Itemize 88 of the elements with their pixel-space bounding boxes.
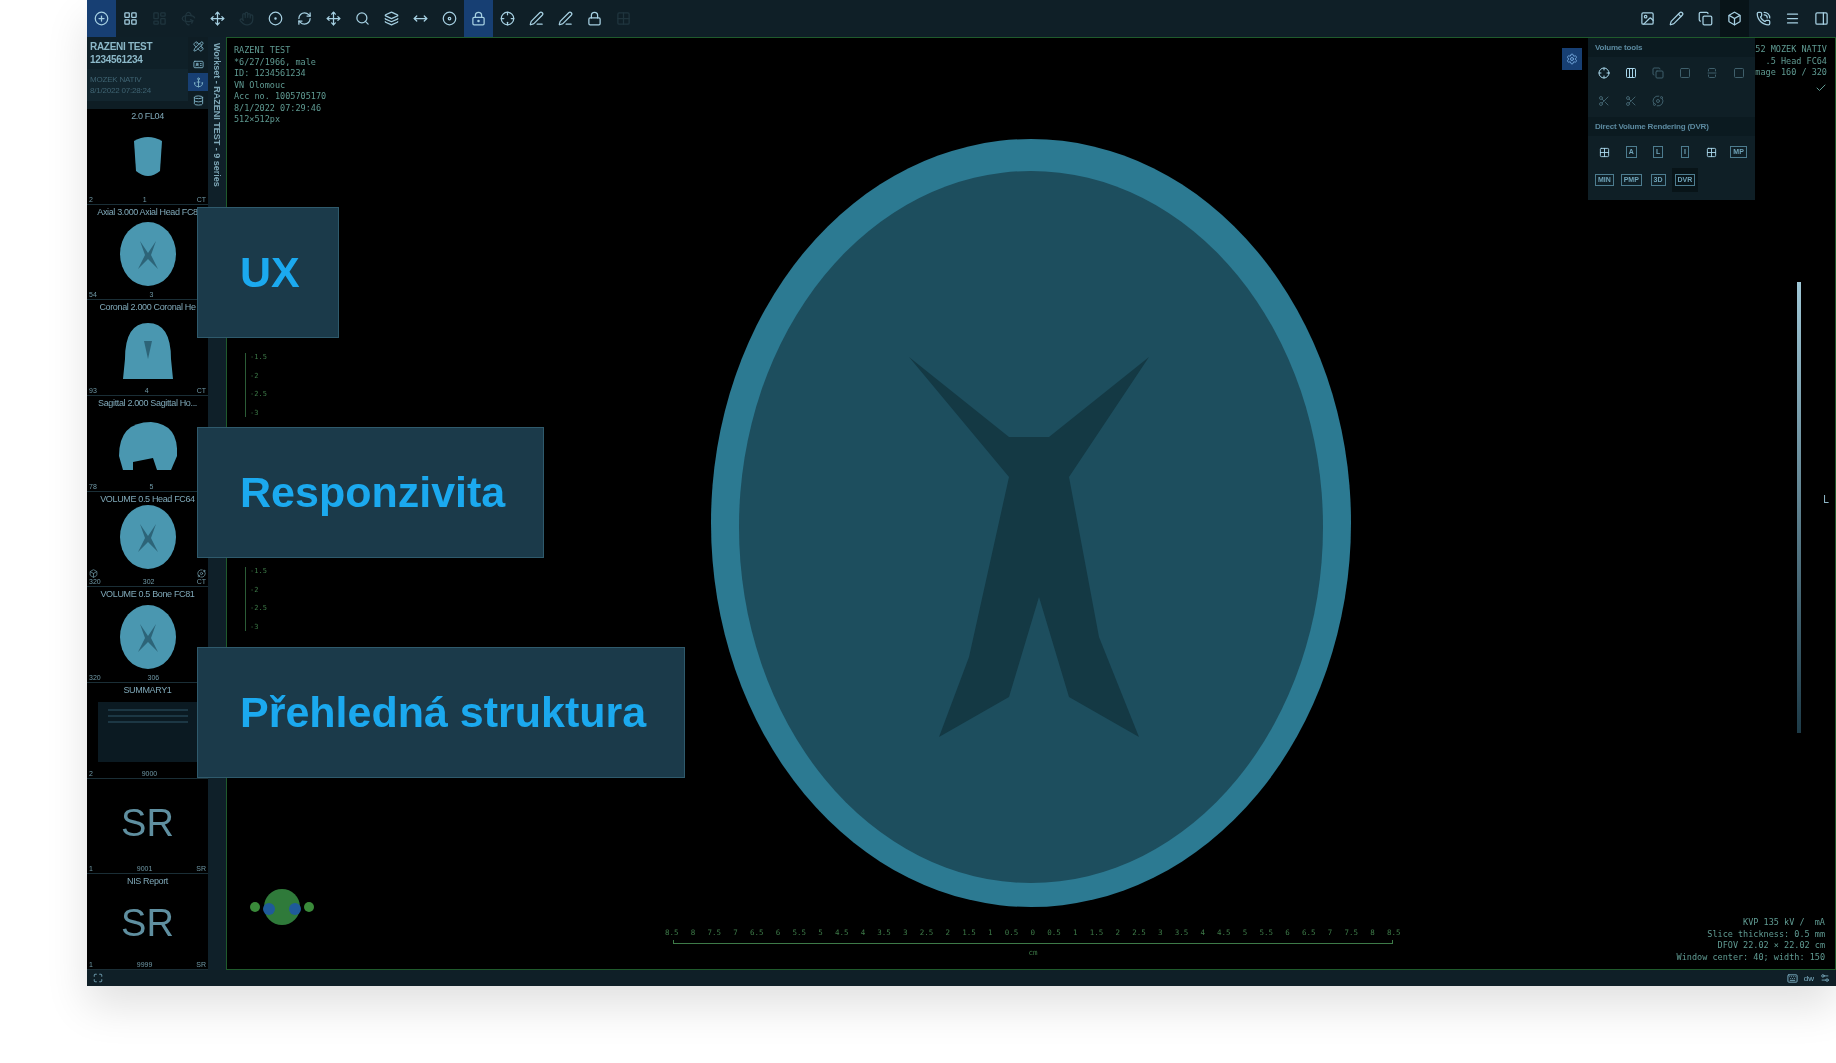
settings-button[interactable] bbox=[1562, 48, 1582, 70]
series-title: Coronal 2.000 Coronal He bbox=[98, 302, 197, 313]
database-icon bbox=[192, 94, 204, 106]
orbit-icon bbox=[197, 569, 206, 579]
columns-icon bbox=[1625, 67, 1638, 79]
scissors-icon bbox=[1625, 95, 1638, 107]
grid-layout-icon bbox=[123, 11, 138, 26]
series-title: Sagittal 2.000 Sagittal Ho... bbox=[97, 398, 198, 408]
move-icon bbox=[210, 11, 225, 26]
patient-info-text: ID: 1234561234 bbox=[234, 68, 307, 80]
callout-text: UX bbox=[240, 248, 300, 297]
circle-dot-icon bbox=[268, 11, 283, 26]
crosshair-icon bbox=[1598, 67, 1611, 79]
series-title: VOLUME 0.5 Bone FC81 bbox=[99, 589, 196, 600]
toolbar-button[interactable] bbox=[87, 0, 116, 37]
settings-icon[interactable] bbox=[1820, 973, 1830, 983]
series-title: 2.0 FL04 bbox=[130, 111, 165, 121]
lock-icon bbox=[587, 11, 602, 26]
orientation-label: L bbox=[1822, 494, 1829, 505]
layers-icon bbox=[384, 11, 399, 26]
zoom-icon bbox=[355, 11, 370, 26]
rotate-icon bbox=[297, 11, 312, 26]
split-icon bbox=[1705, 67, 1718, 79]
square-icon bbox=[1678, 67, 1691, 79]
callout-text: Responzivita bbox=[240, 468, 506, 517]
patient-card[interactable]: RAZENI TEST 1234561234 bbox=[87, 37, 188, 69]
scan-info-text: DFOV 22.02 × 22.02 cm bbox=[1717, 940, 1825, 952]
cube-icon bbox=[1727, 11, 1742, 26]
panel-icon bbox=[1814, 11, 1829, 26]
id-card-icon bbox=[192, 58, 204, 70]
patient-id: 1234561234 bbox=[90, 54, 144, 65]
copy-icon bbox=[1652, 67, 1665, 79]
pencil-icon bbox=[1669, 11, 1684, 26]
lock-icon bbox=[471, 11, 486, 26]
patient-info-text: 8/1/2022 07:29:46 bbox=[234, 102, 322, 114]
report-label: SR bbox=[121, 902, 174, 946]
settings-icon bbox=[1566, 53, 1578, 65]
patient-name: RAZENI TEST bbox=[90, 41, 154, 52]
report-label: SR bbox=[121, 801, 174, 845]
copy-icon bbox=[1698, 11, 1713, 26]
series-info-text: 52 MOZEK NATIV bbox=[1755, 44, 1827, 56]
panel-title: Volume tools bbox=[1588, 38, 1755, 57]
patient-info-text: *6/27/1966, male bbox=[234, 56, 317, 68]
toolbar-button[interactable] bbox=[1720, 0, 1749, 37]
scissors-icon bbox=[1598, 95, 1611, 107]
series-title: NIS Report bbox=[126, 876, 169, 887]
series-info-text: .5 Head FC64 bbox=[1765, 55, 1827, 67]
study-date: 8/1/2022 07:28:24 bbox=[90, 86, 153, 95]
pen-icon bbox=[558, 11, 573, 26]
axial-scan-image bbox=[117, 503, 178, 570]
pen-icon bbox=[529, 11, 544, 26]
toolbar-button[interactable] bbox=[464, 0, 493, 37]
callout-text: Přehledná struktura bbox=[240, 688, 647, 737]
series-title: VOLUME 0.5 Head FC64 bbox=[99, 493, 196, 504]
add-icon bbox=[94, 11, 109, 26]
cube-icon bbox=[89, 569, 98, 579]
phone-icon bbox=[1756, 11, 1771, 26]
square-icon bbox=[1732, 67, 1745, 79]
workset-label: Workset - RAZENI TEST - 9 series bbox=[212, 43, 222, 187]
patient-info-text: 512×512px bbox=[234, 114, 282, 126]
series-title: SUMMARY1 bbox=[122, 685, 173, 696]
study-name: MOZEK NATIV bbox=[90, 75, 143, 84]
menu-icon bbox=[1785, 11, 1800, 26]
anchor-icon bbox=[192, 76, 204, 88]
axial-scan-image bbox=[117, 603, 178, 670]
patient-info-text: Acc no. 1005705170 bbox=[234, 91, 327, 103]
disc-icon bbox=[442, 11, 457, 26]
series-title: Axial 3.000 Axial Head FC8 bbox=[96, 206, 199, 217]
keyboard-icon[interactable] bbox=[1786, 972, 1798, 984]
grid-icon bbox=[1706, 146, 1718, 158]
scan-info-text: Slice thickness: 0.5 mm bbox=[1707, 928, 1825, 940]
patient-info-text: VN Olomouc bbox=[234, 79, 287, 91]
ruler-pen-icon bbox=[192, 40, 204, 52]
keyboard-layout[interactable]: dw bbox=[1803, 973, 1814, 983]
patient-info-text: RAZENI TEST bbox=[234, 45, 292, 57]
crosshair-icon bbox=[500, 11, 515, 26]
series-info-text: mage 160 / 320 bbox=[1755, 67, 1827, 79]
grid-icon bbox=[1598, 146, 1610, 158]
pan-icon bbox=[326, 11, 341, 26]
orientation-head-drawing bbox=[249, 887, 315, 927]
fullscreen-icon[interactable] bbox=[93, 973, 103, 983]
sidebar-button[interactable] bbox=[188, 73, 208, 91]
orbit-icon bbox=[1652, 95, 1665, 107]
panel-title: Direct Volume Rendering (DVR) bbox=[1588, 117, 1755, 136]
image-icon bbox=[1640, 11, 1655, 26]
scan-info-text: KVP 135 kV / mA bbox=[1743, 917, 1825, 929]
scan-info-text: Window center: 40; width: 150 bbox=[1676, 951, 1825, 963]
axial-scan-image bbox=[117, 221, 178, 287]
